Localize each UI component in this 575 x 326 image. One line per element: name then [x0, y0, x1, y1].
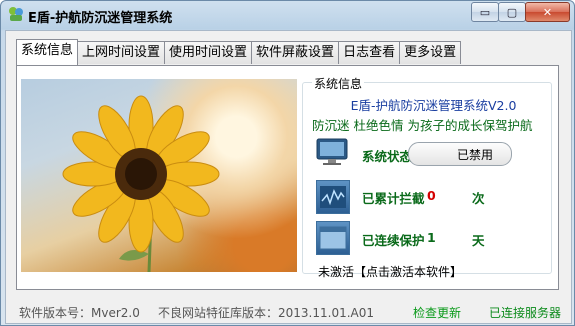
intercept-chart-icon: [316, 180, 350, 214]
database-version: 不良网站特征库版本：2013.11.01.A01: [158, 306, 375, 320]
activate-link[interactable]: 未激活【点击激活本软件】: [318, 263, 462, 280]
product-name: E盾-护航防沉迷管理系统V2.0: [350, 98, 517, 113]
app-logo-icon: [9, 7, 23, 21]
protected-days-label: 已连续保护: [362, 233, 425, 248]
connection-status: 已连接服务器: [489, 306, 562, 320]
close-button[interactable]: ✕: [525, 2, 570, 22]
maximize-button[interactable]: ▢: [498, 2, 526, 22]
sunflower-image: [21, 79, 297, 272]
slogan-text: 防沉迷 杜绝色情 为孩子的成长保驾护航: [312, 118, 533, 133]
status-footer: 软件版本号：Mver2.0 不良网站特征库版本：2013.11.01.A01 检…: [6, 293, 571, 323]
blocked-count-value: 0: [427, 188, 436, 203]
window-title: E盾-护航防沉迷管理系统: [28, 11, 173, 26]
minimize-button[interactable]: ▭: [471, 2, 499, 22]
group-title: 系统信息: [312, 75, 365, 92]
window-controls: ▭ ▢ ✕: [471, 2, 570, 22]
system-status-toggle[interactable]: 已禁用: [408, 142, 512, 166]
system-status-label: 系统状态: [362, 149, 413, 164]
tab-software-block[interactable]: 软件屏蔽设置: [251, 41, 340, 64]
blocked-count-unit: 次: [472, 191, 485, 206]
tab-usage-time[interactable]: 使用时间设置: [164, 41, 253, 64]
app-window: E盾-护航防沉迷管理系统 ▭ ▢ ✕ 系统信息 上网时间设置 使用时间设置 软件…: [0, 0, 575, 326]
client-area: 系统信息 上网时间设置 使用时间设置 软件屏蔽设置 日志查看 更多设置 系统信息…: [5, 30, 572, 324]
protected-days-value: 1: [427, 230, 436, 245]
check-update-link[interactable]: 检查更新: [413, 304, 461, 321]
tab-online-time[interactable]: 上网时间设置: [77, 41, 166, 64]
tab-bar: 系统信息 上网时间设置 使用时间设置 软件屏蔽设置 日志查看 更多设置: [16, 39, 462, 65]
tab-logs[interactable]: 日志查看: [338, 41, 401, 64]
tab-system-info[interactable]: 系统信息: [16, 39, 79, 65]
monitor-icon: [316, 138, 348, 165]
blocked-count-label: 已累计拦截: [362, 191, 425, 206]
protected-days-unit: 天: [472, 233, 485, 248]
protection-window-icon: [316, 221, 350, 255]
system-status-value: 已禁用: [457, 148, 494, 162]
software-version: 软件版本号：Mver2.0: [19, 306, 140, 320]
title-bar: E盾-护航防沉迷管理系统 ▭ ▢ ✕: [1, 1, 574, 29]
tab-more-settings[interactable]: 更多设置: [399, 41, 462, 64]
